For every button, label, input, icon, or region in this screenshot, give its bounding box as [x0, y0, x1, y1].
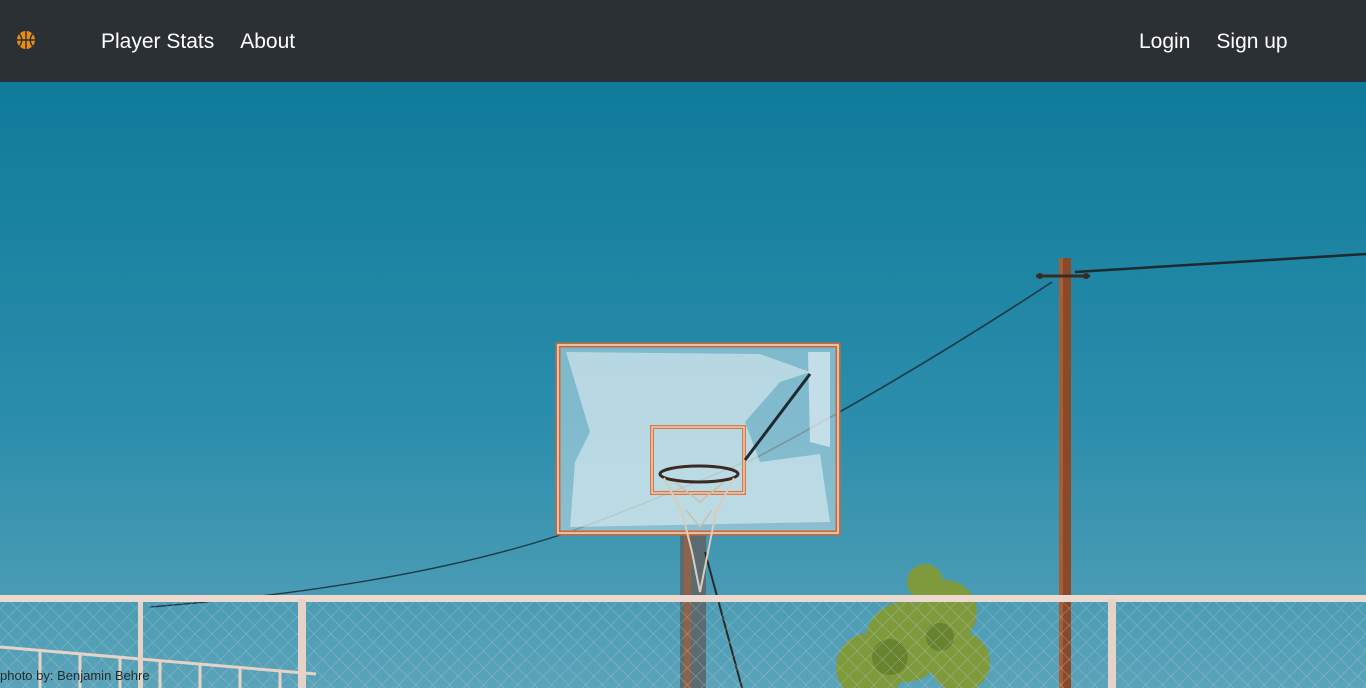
- navbar: Player Stats About Login Sign up: [0, 0, 1366, 82]
- nav-primary: Player Stats About: [101, 0, 295, 82]
- signup-link[interactable]: Sign up: [1216, 31, 1287, 52]
- basketball-icon[interactable]: [16, 30, 36, 50]
- basketball-hoop-photo: [0, 82, 1366, 688]
- nav-account: Login Sign up: [1139, 0, 1288, 82]
- login-link[interactable]: Login: [1139, 31, 1190, 52]
- hero-image: [0, 82, 1366, 688]
- nav-link-player-stats[interactable]: Player Stats: [101, 31, 214, 52]
- photo-credit: photo by: Benjamin Behre: [0, 668, 150, 683]
- nav-link-about[interactable]: About: [240, 31, 295, 52]
